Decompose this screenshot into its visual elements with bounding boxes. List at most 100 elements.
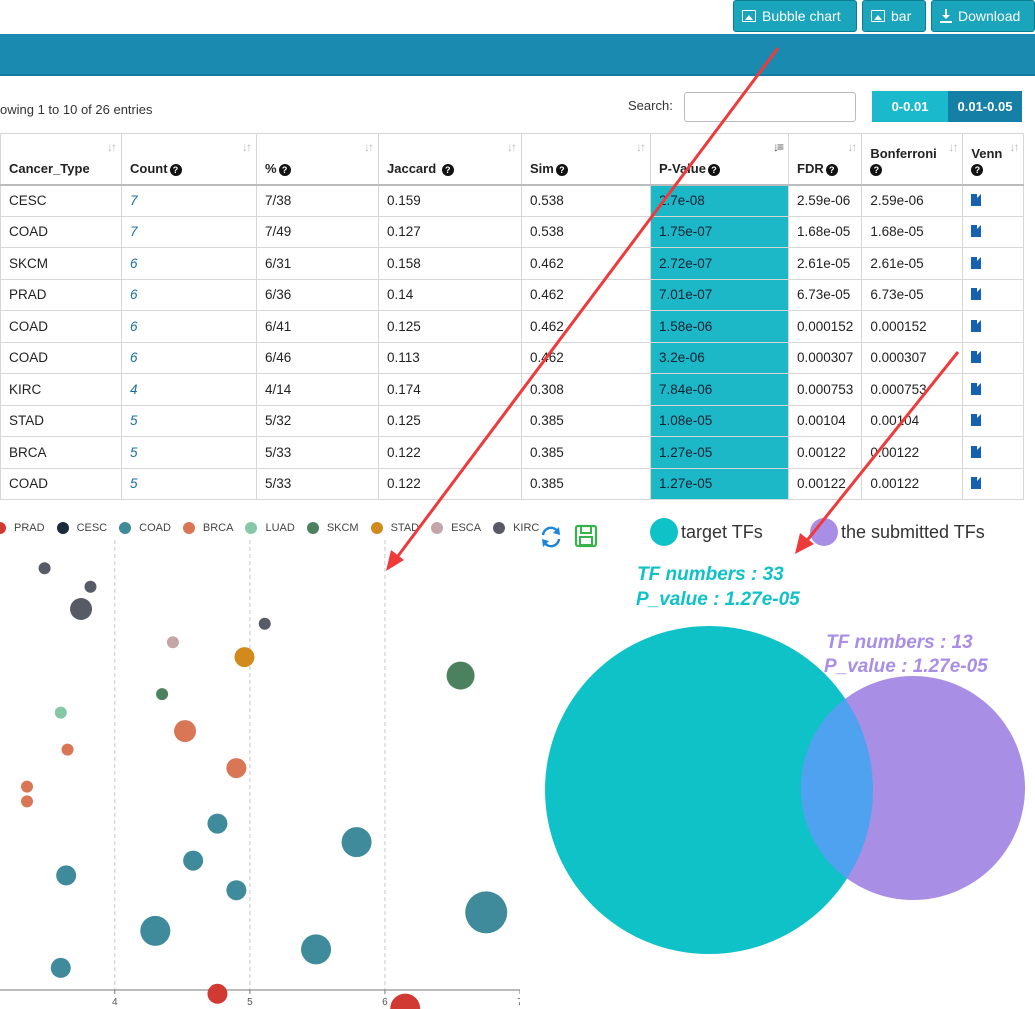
question-circle-icon[interactable]: ?	[971, 163, 984, 176]
filter-button-0.01-0.05[interactable]: 0.01-0.05	[948, 91, 1022, 122]
bubble-chart-button[interactable]: Bubble chart	[733, 0, 857, 32]
cell-jaccard: 0.125	[378, 310, 522, 343]
col-percent[interactable]: ↓↑%?	[256, 133, 379, 186]
question-circle-icon[interactable]: ?	[555, 163, 568, 176]
sort-icon[interactable]: ↓↑	[1009, 140, 1019, 154]
cell-count[interactable]: 7	[121, 184, 257, 217]
cell-count[interactable]: 4	[121, 373, 257, 406]
bubble-kirc[interactable]	[258, 617, 271, 630]
bubble-coad[interactable]	[50, 957, 71, 978]
file-icon[interactable]	[971, 319, 982, 332]
question-circle-icon[interactable]: ?	[169, 163, 182, 176]
cell-sim: 0.385	[521, 404, 651, 437]
legend-item-brca[interactable]: BRCA	[182, 522, 233, 534]
bubble-skcm[interactable]	[156, 688, 169, 701]
sort-icon[interactable]: ↓↑	[948, 140, 958, 154]
bubble-coad[interactable]	[341, 827, 372, 858]
bubble-stad[interactable]	[234, 647, 255, 668]
cell-sim: 0.538	[521, 215, 651, 248]
cell-count[interactable]: 6	[121, 247, 257, 280]
col-p-value[interactable]: ↓≡ P-Value?	[650, 133, 789, 186]
sort-icon[interactable]: ↓≡	[773, 140, 784, 154]
filter-button-0-0.01[interactable]: 0-0.01	[872, 91, 948, 122]
legend-label: SKCM	[326, 522, 359, 534]
col-venn[interactable]: ↓↑ Venn?	[962, 133, 1025, 186]
bubble-coad[interactable]	[226, 880, 247, 901]
bubble-coad[interactable]	[183, 850, 204, 871]
question-circle-icon[interactable]: ?	[278, 163, 291, 176]
col-fdr[interactable]: ↓↑ FDR?	[787, 133, 863, 186]
bubble-kirc[interactable]	[70, 598, 93, 620]
legend-item-stad[interactable]: STAD	[370, 522, 419, 534]
cell-count[interactable]: 6	[121, 278, 257, 311]
cell-count[interactable]: 7	[121, 215, 257, 248]
cell-percent: 7/49	[256, 215, 379, 248]
sort-icon[interactable]: ↓↑	[507, 140, 517, 154]
bubble-prad[interactable]	[207, 983, 228, 1004]
cell-jaccard: 0.113	[378, 341, 522, 374]
cell-count[interactable]: 6	[121, 310, 257, 343]
bubble-brca[interactable]	[21, 780, 34, 793]
bubble-luad[interactable]	[54, 706, 67, 719]
bar-button[interactable]: bar	[862, 0, 926, 32]
cell-percent: 5/33	[256, 436, 379, 469]
legend-item-skcm[interactable]: SKCM	[306, 522, 359, 534]
file-icon[interactable]	[971, 382, 982, 395]
file-icon[interactable]	[971, 445, 982, 458]
legend-item-coad[interactable]: COAD	[119, 522, 171, 534]
question-circle-icon[interactable]: ?	[707, 163, 720, 176]
question-circle-icon[interactable]: ?	[870, 163, 883, 176]
bubble-kirc[interactable]	[84, 580, 97, 593]
legend-item-cesc[interactable]: CESC	[56, 522, 107, 534]
bubble-brca[interactable]	[61, 743, 74, 756]
col-jaccard[interactable]: ↓↑ Jaccard ?	[378, 133, 522, 186]
cell-fdr: 0.000152	[787, 310, 863, 343]
bubble-coad[interactable]	[140, 915, 171, 946]
sort-icon[interactable]: ↓↑	[242, 140, 252, 154]
file-icon[interactable]	[971, 194, 982, 206]
cell-bonferroni: 2.61e-05	[861, 247, 964, 280]
cell-p-value: 2.72e-07	[650, 247, 789, 280]
legend-item-esca[interactable]: ESCA	[431, 522, 481, 534]
bubble-brca[interactable]	[226, 758, 247, 779]
sort-icon[interactable]: ↓↑	[847, 140, 857, 154]
bubble-coad[interactable]	[56, 865, 77, 886]
bubble-prad[interactable]	[390, 993, 421, 1009]
bubble-brca[interactable]	[21, 795, 34, 808]
sort-icon[interactable]: ↓↑	[364, 140, 374, 154]
file-icon[interactable]	[971, 351, 982, 364]
col-sim[interactable]: ↓↑ Sim?	[521, 133, 651, 186]
cell-count[interactable]: 5	[121, 404, 257, 437]
question-circle-icon[interactable]: ?	[825, 163, 838, 176]
question-circle-icon[interactable]: ?	[441, 163, 454, 176]
col-bonferroni[interactable]: ↓↑ Bonferroni?	[861, 133, 964, 186]
file-icon[interactable]	[971, 288, 982, 301]
bubble-coad[interactable]	[465, 891, 508, 934]
file-icon[interactable]	[971, 256, 982, 269]
cell-count[interactable]: 5	[121, 467, 257, 500]
bubble-coad[interactable]	[207, 813, 228, 834]
cell-percent: 6/36	[256, 278, 379, 311]
cell-bonferroni: 0.00104	[861, 404, 964, 437]
legend-item-luad[interactable]: LUAD	[245, 522, 295, 534]
file-icon[interactable]	[971, 477, 982, 490]
bubble-kirc[interactable]	[38, 562, 51, 575]
cell-count[interactable]: 5	[121, 436, 257, 469]
table-row: COAD 7 7/49 0.127 0.538 1.75e-07 1.68e-05 1.68e…	[0, 215, 1025, 248]
bubble-brca[interactable]	[174, 720, 197, 743]
file-icon[interactable]	[971, 225, 982, 238]
col-cancer-type[interactable]: ↓↑ Cancer_Type	[0, 133, 122, 186]
cell-count[interactable]: 6	[121, 341, 257, 374]
bubble-coad[interactable]	[301, 934, 332, 965]
sort-icon[interactable]: ↓↑	[636, 140, 646, 154]
legend-item-kirc[interactable]: KIRC	[493, 522, 539, 534]
file-icon[interactable]	[971, 414, 982, 427]
bubble-esca[interactable]	[166, 636, 179, 649]
search-input[interactable]	[684, 92, 856, 122]
venn-diagram: TF numbers : 33 P_value : 1.27e-05 TF nu…	[545, 564, 1025, 954]
legend-item-prad[interactable]: PRAD	[0, 522, 45, 534]
col-count[interactable]: ↓↑ Count?	[121, 133, 257, 186]
sort-icon[interactable]: ↓↑	[107, 140, 117, 154]
bubble-skcm[interactable]	[446, 661, 475, 690]
download-button[interactable]: Download	[931, 0, 1035, 32]
